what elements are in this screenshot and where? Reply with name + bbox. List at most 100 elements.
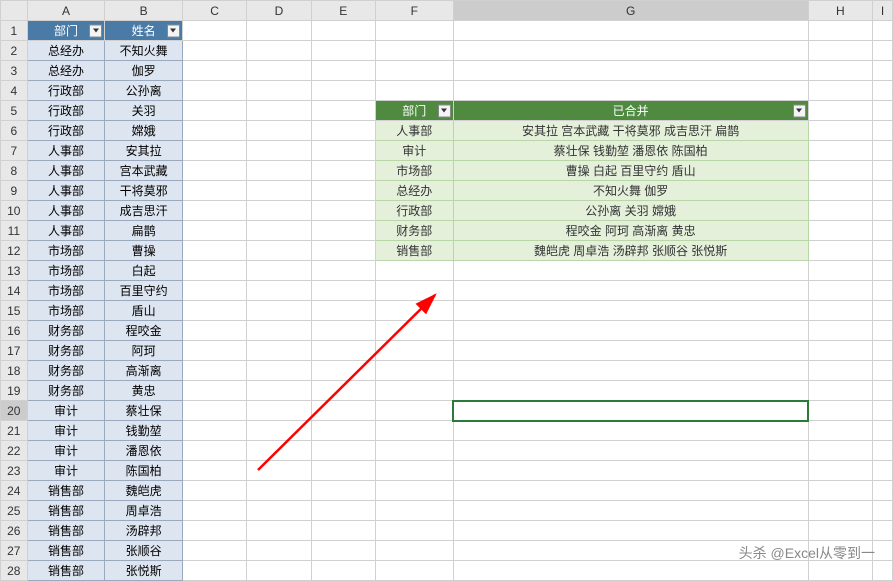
- cell[interactable]: [247, 281, 311, 301]
- cell[interactable]: [808, 321, 872, 341]
- cell[interactable]: [182, 561, 246, 581]
- cell[interactable]: 财务部: [27, 381, 105, 401]
- cell[interactable]: [247, 141, 311, 161]
- cell[interactable]: [872, 21, 892, 41]
- cell[interactable]: 市场部: [375, 161, 453, 181]
- cell[interactable]: [311, 341, 375, 361]
- cell[interactable]: 财务部: [27, 361, 105, 381]
- cell[interactable]: [247, 481, 311, 501]
- cell[interactable]: [247, 121, 311, 141]
- cell[interactable]: [453, 361, 808, 381]
- cell[interactable]: [375, 421, 453, 441]
- cell[interactable]: [247, 381, 311, 401]
- cell[interactable]: 蔡壮保 钱勤堃 潘恩依 陈国柏: [453, 141, 808, 161]
- cell[interactable]: [872, 61, 892, 81]
- cell[interactable]: [311, 61, 375, 81]
- cell[interactable]: [247, 421, 311, 441]
- cell[interactable]: [872, 561, 892, 581]
- cell[interactable]: 张顺谷: [105, 541, 183, 561]
- cell[interactable]: [808, 341, 872, 361]
- cell[interactable]: [808, 241, 872, 261]
- cell[interactable]: [808, 101, 872, 121]
- filter-dropdown-icon[interactable]: [89, 24, 102, 37]
- cell[interactable]: [375, 521, 453, 541]
- row-header[interactable]: 27: [1, 541, 28, 561]
- cell[interactable]: [311, 121, 375, 141]
- cell[interactable]: 扁鹊: [105, 221, 183, 241]
- cell[interactable]: [453, 441, 808, 461]
- cell[interactable]: 审计: [27, 401, 105, 421]
- cell[interactable]: [808, 461, 872, 481]
- cell[interactable]: [182, 401, 246, 421]
- cell[interactable]: 财务部: [375, 221, 453, 241]
- row-header[interactable]: 26: [1, 521, 28, 541]
- cell[interactable]: 市场部: [27, 261, 105, 281]
- cell[interactable]: [247, 321, 311, 341]
- cell[interactable]: [311, 261, 375, 281]
- cell[interactable]: 人事部: [27, 201, 105, 221]
- cell[interactable]: [247, 561, 311, 581]
- col-header-E[interactable]: E: [311, 1, 375, 21]
- cell[interactable]: 张悦斯: [105, 561, 183, 581]
- filter-dropdown-icon[interactable]: [793, 104, 806, 117]
- cell[interactable]: [453, 421, 808, 441]
- cell[interactable]: 成吉思汗: [105, 201, 183, 221]
- cell[interactable]: [453, 301, 808, 321]
- cell[interactable]: [808, 521, 872, 541]
- cell[interactable]: 行政部: [375, 201, 453, 221]
- cell[interactable]: [872, 121, 892, 141]
- row-header[interactable]: 10: [1, 201, 28, 221]
- cell[interactable]: [182, 141, 246, 161]
- cell[interactable]: [311, 521, 375, 541]
- cell[interactable]: [311, 81, 375, 101]
- cell[interactable]: 不知火舞: [105, 41, 183, 61]
- cell[interactable]: [247, 101, 311, 121]
- cell[interactable]: [453, 341, 808, 361]
- cell[interactable]: [872, 381, 892, 401]
- cell[interactable]: [375, 401, 453, 421]
- cell[interactable]: [311, 141, 375, 161]
- col-header-G[interactable]: G: [453, 1, 808, 21]
- col-header-I[interactable]: I: [872, 1, 892, 21]
- cell[interactable]: [247, 201, 311, 221]
- cell[interactable]: [182, 21, 246, 41]
- cell[interactable]: 陈国柏: [105, 461, 183, 481]
- cell[interactable]: [872, 181, 892, 201]
- cell[interactable]: [311, 21, 375, 41]
- cell[interactable]: [182, 421, 246, 441]
- cell[interactable]: [453, 561, 808, 581]
- cell[interactable]: [311, 161, 375, 181]
- cell[interactable]: [808, 141, 872, 161]
- cell[interactable]: [808, 81, 872, 101]
- cell[interactable]: [247, 241, 311, 261]
- cell[interactable]: [247, 301, 311, 321]
- row-header[interactable]: 16: [1, 321, 28, 341]
- cell[interactable]: 审计: [27, 421, 105, 441]
- cell[interactable]: [375, 461, 453, 481]
- cell[interactable]: 销售部: [27, 521, 105, 541]
- cell[interactable]: [872, 481, 892, 501]
- cell[interactable]: [375, 361, 453, 381]
- cell[interactable]: [247, 461, 311, 481]
- row-header[interactable]: 23: [1, 461, 28, 481]
- cell[interactable]: 姓名: [105, 21, 183, 41]
- cell[interactable]: [808, 481, 872, 501]
- cell[interactable]: [872, 41, 892, 61]
- cell[interactable]: 潘恩依: [105, 441, 183, 461]
- cell[interactable]: [311, 481, 375, 501]
- cell[interactable]: 曹操 白起 百里守约 盾山: [453, 161, 808, 181]
- cell[interactable]: [311, 401, 375, 421]
- cell[interactable]: [872, 81, 892, 101]
- row-header[interactable]: 28: [1, 561, 28, 581]
- cell[interactable]: [375, 341, 453, 361]
- cell[interactable]: 百里守约: [105, 281, 183, 301]
- cell[interactable]: [182, 341, 246, 361]
- cell[interactable]: [311, 321, 375, 341]
- row-header[interactable]: 1: [1, 21, 28, 41]
- cell[interactable]: 人事部: [27, 161, 105, 181]
- cell[interactable]: [808, 501, 872, 521]
- row-header[interactable]: 13: [1, 261, 28, 281]
- cell[interactable]: [375, 281, 453, 301]
- cell[interactable]: [182, 481, 246, 501]
- cell[interactable]: 程咬金 阿珂 高渐离 黄忠: [453, 221, 808, 241]
